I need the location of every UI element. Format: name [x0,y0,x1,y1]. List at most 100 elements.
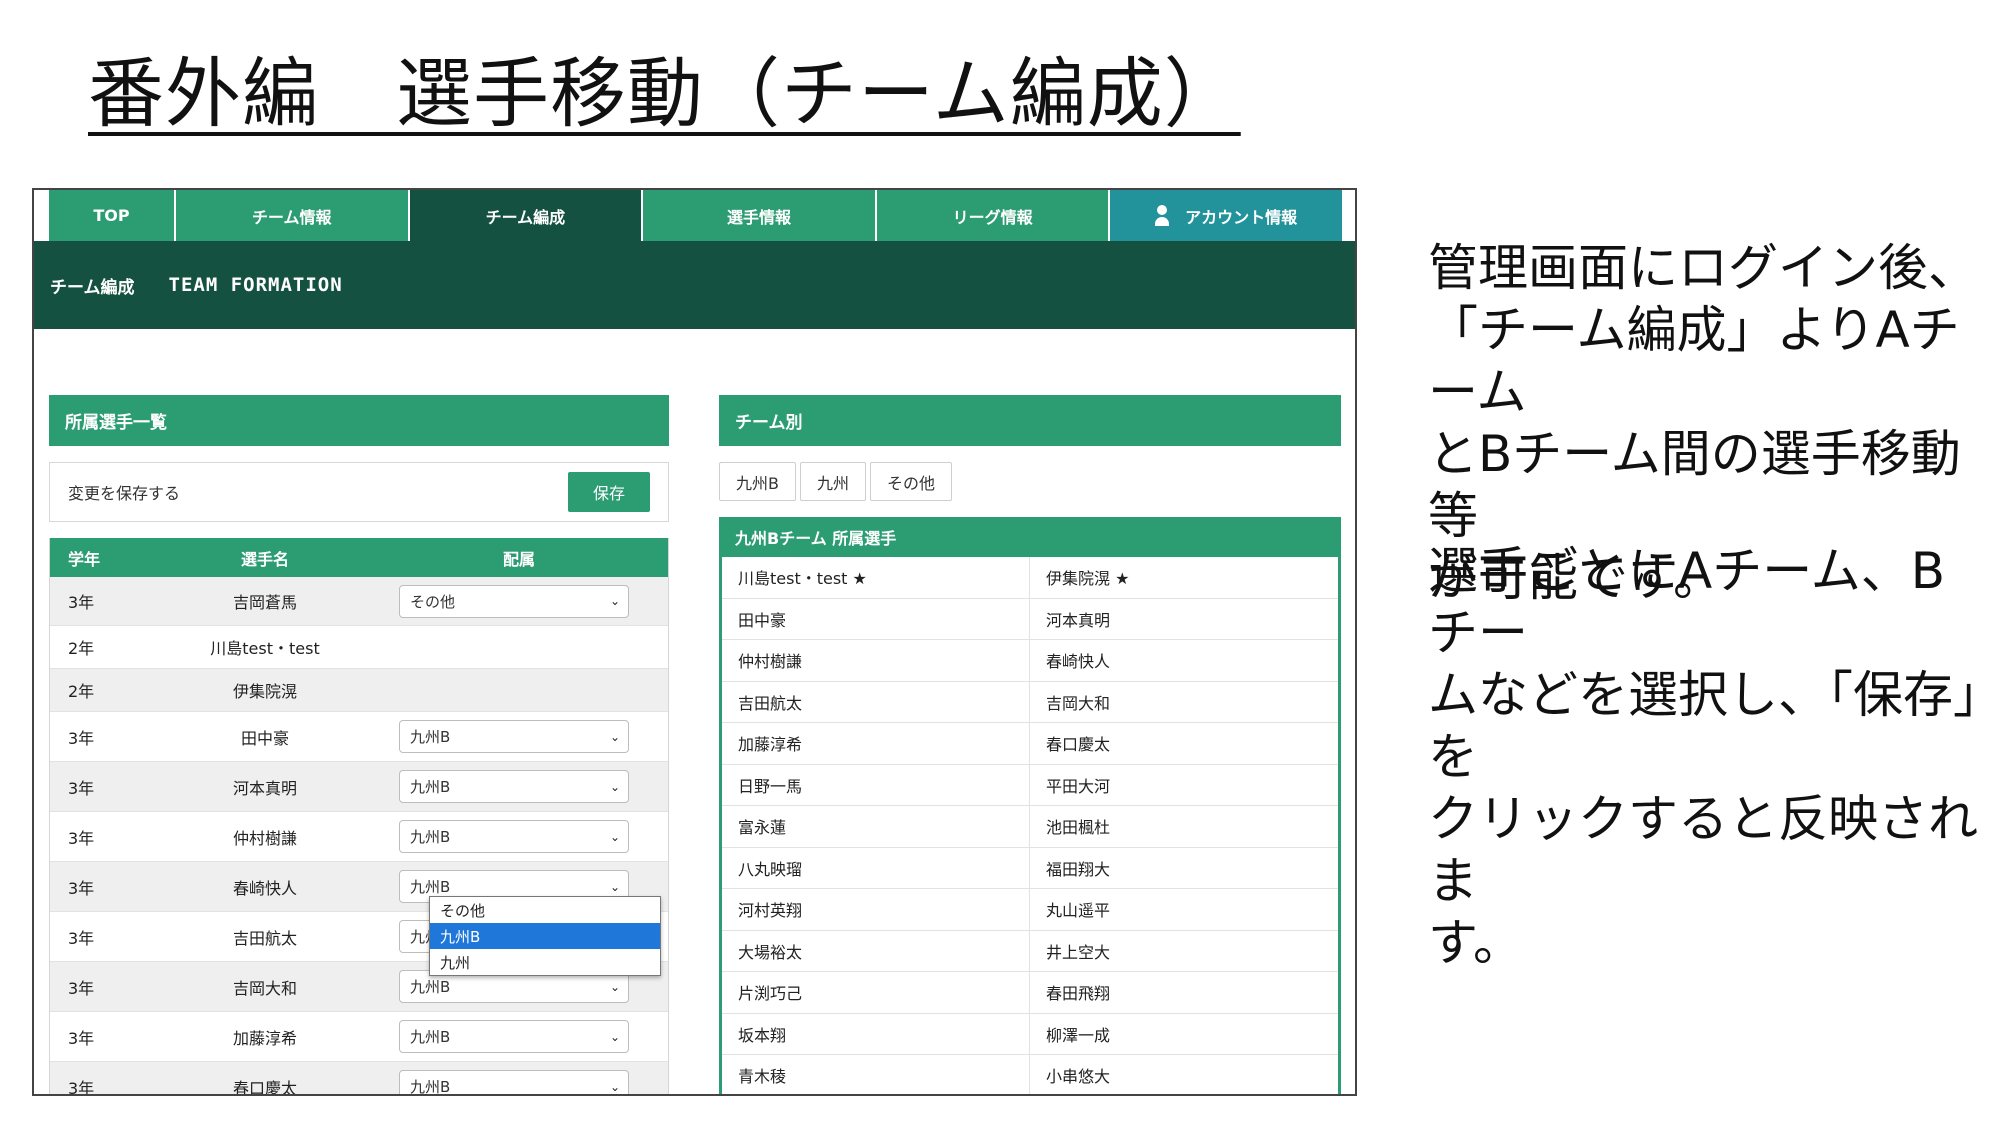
team-row: 富永蓮 池田楓杜 [722,806,1338,848]
chevron-down-icon: ⌄ [609,779,620,794]
team-member: 福田翔大 [1046,859,1111,879]
tab-player-info[interactable]: 選手情報 [643,190,877,241]
roster-header-row: 学年 選手名 配属 [50,538,668,577]
assign-value: 九州B [410,778,451,796]
team-panel-header: チーム別 [719,395,1341,446]
assign-dropdown-list[interactable]: その他 九州B 九州 [429,896,661,976]
player-grade: 3年 [68,778,95,798]
player-name: 河本真明 [232,778,297,798]
team-member: 池田楓杜 [1046,818,1111,838]
player-name: 春崎快人 [232,878,297,898]
player-grade: 2年 [68,639,95,658]
team-member: 坂本翔 [722,1013,1030,1054]
team-member: 春崎快人 [1046,652,1111,672]
team-member: 八丸映瑠 [722,847,1030,888]
roster-panel-header: 所属選手一覧 [49,395,669,446]
desc-line: 選手ごとにAチーム、Bチー [1428,542,1946,662]
assign-select[interactable]: 九州B ⌄ [399,1070,629,1096]
dropdown-option[interactable]: その他 [430,897,660,923]
team-row: 日野一馬 平田大河 [722,764,1338,806]
tab-account-info[interactable]: アカウント情報 [1110,190,1342,241]
team-row: 大場裕太 井上空大 [722,930,1338,972]
tab-top[interactable]: TOP [49,190,176,241]
team-member: 富永蓮 [722,806,1030,847]
team-member: 河本真明 [1046,610,1111,630]
assign-cell: 九州B ⌄ [360,1020,668,1053]
assign-select[interactable]: 九州B ⌄ [399,720,629,753]
team-row: 加藤淳希 春口慶太 [722,723,1338,765]
team-row: 田中豪 河本真明 [722,598,1338,640]
table-row: 3年 田中豪 九州B ⌄ [50,712,668,762]
team-member: 河村英翔 [722,889,1030,930]
team-member: 伊集院滉 ★ [1046,569,1130,589]
col-grade: 学年 [68,549,101,569]
assign-value: 九州B [410,728,451,746]
page-banner: チーム編成 TEAM FORMATION [34,241,1355,329]
player-name: 伊集院滉 [232,682,297,701]
admin-screenshot: TOP チーム情報 チーム編成 選手情報 リーグ情報 アカウント情報 チーム編成… [32,188,1357,1096]
team-member: 片渕巧己 [722,972,1030,1013]
desc-line: とBチーム間の選手移動等 [1428,425,1961,545]
player-name: 加藤淳希 [232,1028,297,1048]
filter-button-kyushu[interactable]: 九州 [799,462,866,501]
player-grade: 3年 [68,878,95,898]
team-member: 平田大河 [1046,776,1111,796]
team-row: 片渕巧己 春田飛翔 [722,972,1338,1014]
desc-line: ムなどを選択し、「保存」を [1428,666,1978,786]
save-text: 変更を保存する [68,484,181,503]
chevron-down-icon: ⌄ [609,829,620,844]
roster-panel: 所属選手一覧 変更を保存する 保存 学年 選手名 配属 3年 吉岡蒼馬 その他 ⌄ 2年… [49,395,669,1096]
team-member: 柳澤一成 [1046,1025,1111,1045]
tab-league-info[interactable]: リーグ情報 [876,190,1111,241]
team-members-grid: 川島test・test ★ 伊集院滉 ★ 田中豪 河本真明 仲村樹謙 春崎快人 吉田航太 吉岡… [719,557,1341,1094]
assign-value: 九州B [410,828,451,846]
desc-line: 「チーム編成」よりAチーム [1428,301,1960,421]
filter-button-other[interactable]: その他 [870,462,953,501]
assign-cell: 九州B ⌄ [360,720,668,753]
table-row: 2年 伊集院滉 [50,669,668,712]
table-row: 2年 川島test・test [50,626,668,669]
team-member: 春田飛翔 [1046,984,1111,1004]
assign-select[interactable]: 九州B ⌄ [399,770,629,803]
player-grade: 3年 [68,928,95,948]
desc-line: 管理画面にログイン後、 [1428,239,1978,297]
dropdown-option[interactable]: 九州 [430,949,660,975]
chevron-down-icon: ⌄ [609,729,620,744]
tab-team-info[interactable]: チーム情報 [176,190,410,241]
team-member: 田中豪 [722,598,1030,639]
team-row: 仲村樹謙 春崎快人 [722,640,1338,682]
chevron-down-icon: ⌄ [609,1029,620,1044]
assign-select[interactable]: 九州B ⌄ [399,1020,629,1053]
assign-cell: 九州B ⌄ [360,820,668,853]
chevron-down-icon: ⌄ [609,979,620,994]
team-member: 小串悠大 [1046,1067,1111,1087]
team-member: 春口慶太 [1046,735,1111,755]
player-name: 田中豪 [240,728,289,748]
team-member: 井上空大 [1046,942,1111,962]
assign-value: 九州B [410,1078,451,1096]
description-save: 選手ごとにAチーム、Bチー ムなどを選択し、「保存」を クリックすると反映されま… [1428,540,1993,974]
tab-team-formation[interactable]: チーム編成 [409,190,644,241]
assign-select[interactable]: その他 ⌄ [399,584,629,618]
chevron-down-icon: ⌄ [609,594,620,608]
dropdown-option[interactable]: 九州B [430,923,660,949]
team-member: 仲村樹謙 [722,640,1030,681]
assign-cell: その他 ⌄ [360,584,668,618]
assign-select[interactable]: 九州B ⌄ [399,820,629,853]
team-member: 加藤淳希 [722,723,1030,764]
save-button[interactable]: 保存 [568,472,650,512]
player-grade: 3年 [68,1078,95,1096]
player-grade: 2年 [68,682,95,701]
team-row: 吉田航太 吉岡大和 [722,681,1338,723]
team-member: 吉岡大和 [1046,693,1111,713]
team-row: 川島test・test ★ 伊集院滉 ★ [722,557,1338,599]
filter-button-kyushu-b[interactable]: 九州B [719,462,796,501]
team-member: 丸山遥平 [1046,901,1111,921]
assign-value: その他 [410,592,456,611]
team-member: 大場裕太 [722,930,1030,971]
team-member: 日野一馬 [722,764,1030,805]
table-row: 3年 吉岡蒼馬 その他 ⌄ [50,577,668,626]
desc-line: クリックすると反映されま [1428,790,1978,910]
table-row: 3年 仲村樹謙 九州B ⌄ [50,812,668,862]
player-name: 春口慶太 [232,1078,297,1096]
